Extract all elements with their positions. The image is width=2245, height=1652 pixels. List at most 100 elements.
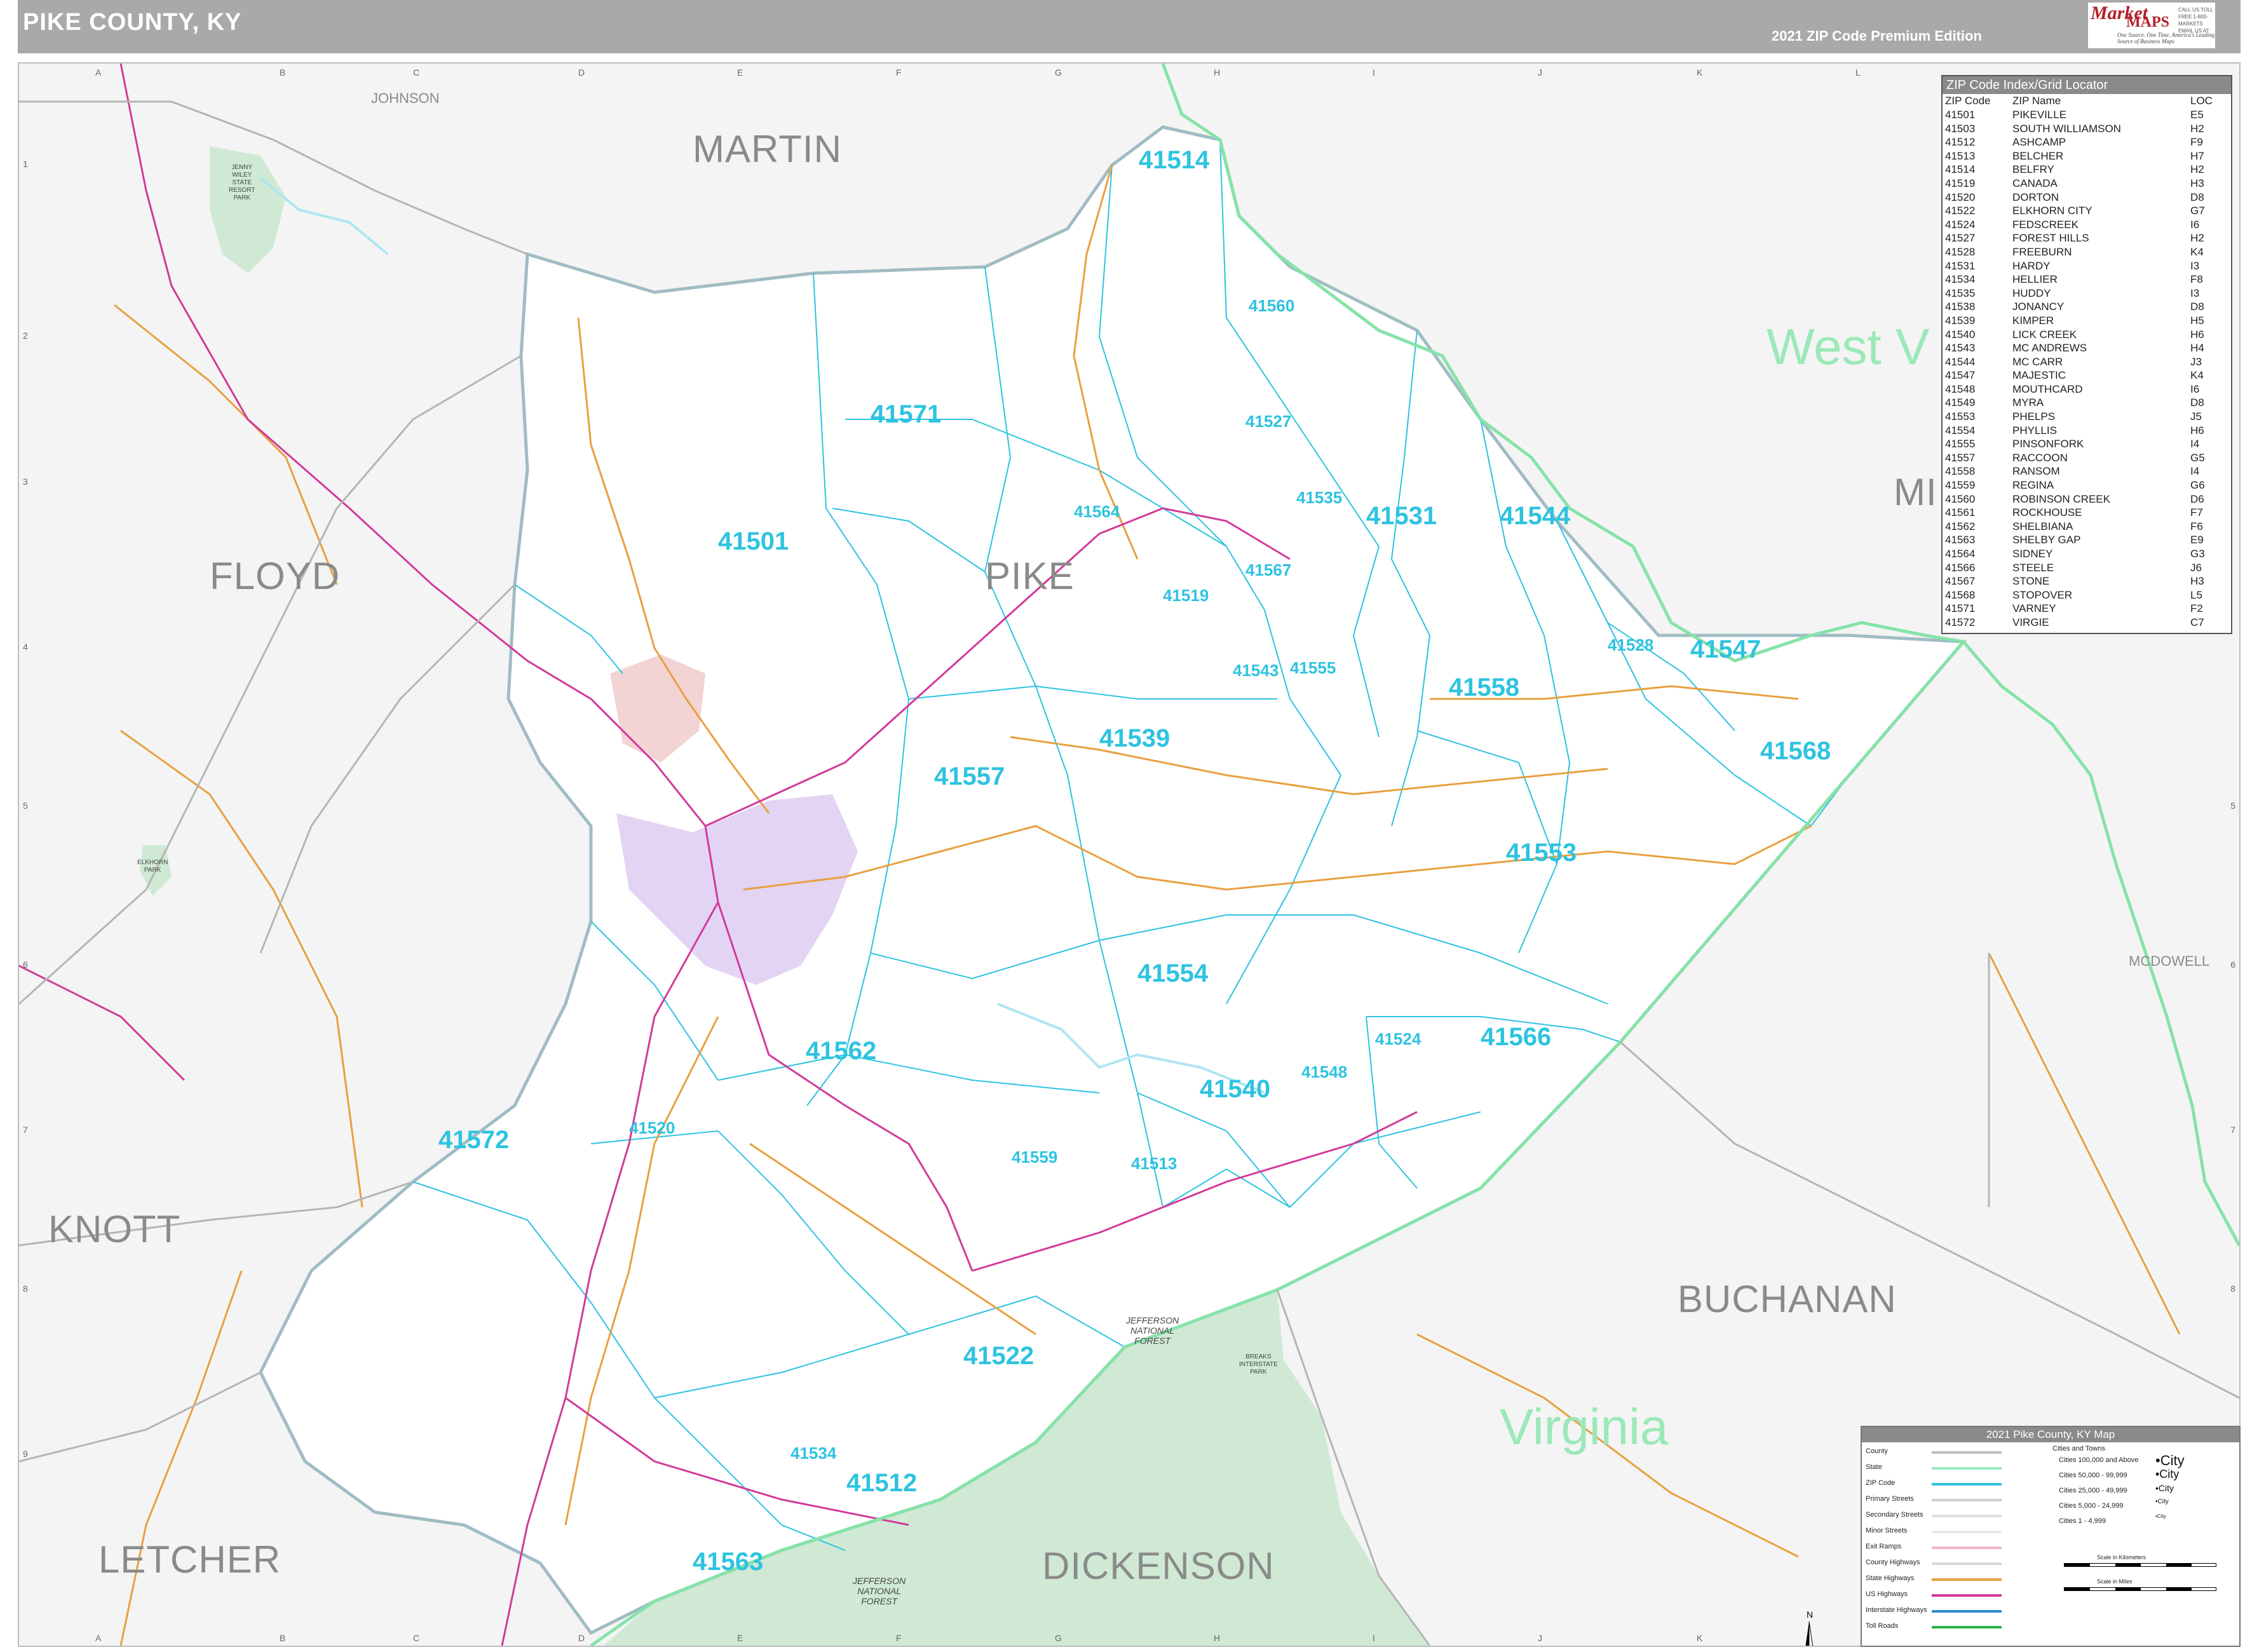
zip-label[interactable]: 41540 (1200, 1075, 1270, 1104)
zip-label[interactable]: 41559 (1012, 1148, 1057, 1167)
zip-label[interactable]: 41544 (1500, 502, 1570, 531)
zip-index-code: 41568 (1945, 588, 1976, 601)
zip-index-name: FREEBURN (2012, 245, 2072, 258)
zip-label[interactable]: 41553 (1506, 839, 1577, 867)
zip-label[interactable]: 41572 (438, 1126, 509, 1154)
zip-label[interactable]: 41531 (1366, 502, 1437, 531)
zip-label[interactable]: 41514 (1139, 146, 1209, 175)
zip-index-row[interactable]: 41527 FOREST HILLS H2 (1945, 231, 2228, 245)
zip-index-row[interactable]: 41512 ASHCAMP F9 (1945, 135, 2228, 149)
zip-label[interactable]: 41562 (806, 1037, 876, 1066)
zip-label[interactable]: 41564 (1074, 502, 1120, 522)
zip-index-row[interactable]: 41560 ROBINSON CREEK D6 (1945, 492, 2228, 506)
zip-index-code: 41539 (1945, 314, 1976, 327)
zip-label[interactable]: 41527 (1245, 412, 1291, 431)
county-label-mingo: MI (1894, 471, 1937, 513)
grid-number: 8 (23, 1283, 28, 1294)
zip-index-row[interactable]: 41540 LICK CREEK H6 (1945, 328, 2228, 342)
zip-index-row[interactable]: 41544 MC CARR J3 (1945, 355, 2228, 369)
zip-index-row[interactable]: 41547 MAJESTIC K4 (1945, 369, 2228, 383)
zip-label[interactable]: 41522 (963, 1342, 1034, 1371)
county-label-johnson: JOHNSON (371, 90, 440, 106)
zip-index-loc: K4 (2190, 245, 2204, 258)
zip-index-row[interactable]: 41562 SHELBIANA F6 (1945, 520, 2228, 534)
zip-index-row[interactable]: 41559 REGINA G6 (1945, 478, 2228, 492)
zip-label[interactable]: 41563 (693, 1548, 763, 1576)
zip-index-row[interactable]: 41539 KIMPER H5 (1945, 314, 2228, 328)
zip-index-row[interactable]: 41501 PIKEVILLE E5 (1945, 108, 2228, 122)
legend-city-label: Cities 25,000 - 49,999 (2059, 1487, 2127, 1494)
zip-index-loc: E9 (2190, 534, 2204, 546)
compass-rose-icon: N S E W (1805, 1609, 1813, 1646)
zip-label[interactable]: 41547 (1690, 635, 1761, 664)
zip-label[interactable]: 41555 (1290, 658, 1336, 678)
zip-index-row[interactable]: 41555 PINSONFORK I4 (1945, 437, 2228, 451)
zip-label[interactable]: 41535 (1296, 488, 1342, 508)
zip-label[interactable]: 41539 (1099, 724, 1170, 753)
grid-letter: C (413, 67, 420, 78)
zip-index-row[interactable]: 41503 SOUTH WILLIAMSON H2 (1945, 122, 2228, 136)
zip-index-row[interactable]: 41548 MOUTHCARD I6 (1945, 383, 2228, 396)
legend-title: 2021 Pike County, KY Map (1862, 1427, 2239, 1442)
zip-index-row[interactable]: 41563 SHELBY GAP E9 (1945, 533, 2228, 547)
zip-label[interactable]: 41557 (934, 762, 1005, 791)
zip-index-loc: E5 (2190, 109, 2204, 121)
zip-index-loc: H4 (2190, 342, 2204, 355)
zip-index-row[interactable]: 41522 ELKHORN CITY G7 (1945, 204, 2228, 218)
edition-label: 2021 ZIP Code Premium Edition (1772, 28, 1982, 44)
zip-index-row[interactable]: 41568 STOPOVER L5 (1945, 588, 2228, 602)
zip-label[interactable]: 41558 (1449, 674, 1519, 702)
zip-label[interactable]: 41566 (1481, 1023, 1551, 1052)
zip-index-row[interactable]: 41519 CANADA H3 (1945, 177, 2228, 191)
zip-index-row[interactable]: 41514 BELFRY H2 (1945, 163, 2228, 177)
zip-index-row[interactable]: 41558 RANSOM I4 (1945, 464, 2228, 478)
zip-index-loc: H6 (2190, 328, 2204, 341)
zip-index-name: REGINA (2012, 479, 2054, 492)
legend-item-label: County (1866, 1447, 1888, 1455)
zip-index-code: 41513 (1945, 149, 1976, 162)
zip-index-code: 41571 (1945, 602, 1976, 615)
zip-index-row[interactable]: 41528 FREEBURN K4 (1945, 245, 2228, 259)
zip-index-name: PHYLLIS (2012, 424, 2057, 437)
zip-index-name: ROCKHOUSE (2012, 506, 2082, 519)
zip-index-row[interactable]: 41513 BELCHER H7 (1945, 149, 2228, 163)
zip-label[interactable]: 41512 (846, 1469, 917, 1498)
zip-index-row[interactable]: 41531 HARDY I3 (1945, 259, 2228, 273)
zip-index-row[interactable]: 41571 VARNEY F2 (1945, 602, 2228, 616)
zip-label[interactable]: 41528 (1608, 635, 1653, 655)
zip-index-row[interactable]: 41566 STEELE J6 (1945, 561, 2228, 575)
zip-label[interactable]: 41571 (871, 400, 941, 429)
zip-index-code: 41535 (1945, 287, 1976, 299)
map-canvas[interactable]: A B C D E F G H I J K L A B C D E F G H … (18, 62, 2241, 1647)
zip-index-row[interactable]: 41567 STONE H3 (1945, 574, 2228, 588)
zip-label[interactable]: 41513 (1131, 1154, 1177, 1174)
zip-index-row[interactable]: 41564 SIDNEY G3 (1945, 547, 2228, 561)
legend-item-swatch (1932, 1610, 2002, 1613)
zip-index-row[interactable]: 41561 ROCKHOUSE F7 (1945, 506, 2228, 520)
zip-label[interactable]: 41501 (718, 527, 789, 556)
zip-index-row[interactable]: 41520 DORTON D8 (1945, 191, 2228, 205)
zip-index-row[interactable]: 41572 VIRGIE C7 (1945, 616, 2228, 630)
zip-label[interactable]: 41524 (1375, 1029, 1421, 1049)
zip-label[interactable]: 41554 (1137, 959, 1208, 988)
zip-label[interactable]: 41568 (1760, 737, 1831, 766)
zip-label[interactable]: 41560 (1249, 296, 1294, 316)
zip-label[interactable]: 41543 (1233, 661, 1278, 680)
legend-item-swatch (1932, 1547, 2002, 1549)
zip-index-row[interactable]: 41554 PHYLLIS H6 (1945, 424, 2228, 438)
zip-label[interactable]: 41520 (629, 1118, 675, 1138)
zip-label[interactable]: 41534 (790, 1444, 836, 1463)
zip-label[interactable]: 41548 (1301, 1062, 1347, 1082)
zip-index-row[interactable]: 41557 RACCOON G5 (1945, 451, 2228, 465)
zip-label[interactable]: 41519 (1163, 586, 1209, 606)
zip-index-row[interactable]: 41524 FEDSCREEK I6 (1945, 218, 2228, 232)
zip-index-row[interactable]: 41534 HELLIER F8 (1945, 273, 2228, 287)
zip-index-row[interactable]: 41535 HUDDY I3 (1945, 287, 2228, 301)
zip-index-row[interactable]: 41549 MYRA D8 (1945, 396, 2228, 410)
zip-index-row[interactable]: 41543 MC ANDREWS H4 (1945, 341, 2228, 355)
zip-label[interactable]: 41567 (1245, 560, 1291, 580)
zip-index-row[interactable]: 41538 JONANCY D8 (1945, 300, 2228, 314)
zip-index-row[interactable]: 41553 PHELPS J5 (1945, 410, 2228, 424)
grid-number: 6 (2230, 959, 2235, 970)
zip-index-loc: I3 (2190, 259, 2200, 272)
